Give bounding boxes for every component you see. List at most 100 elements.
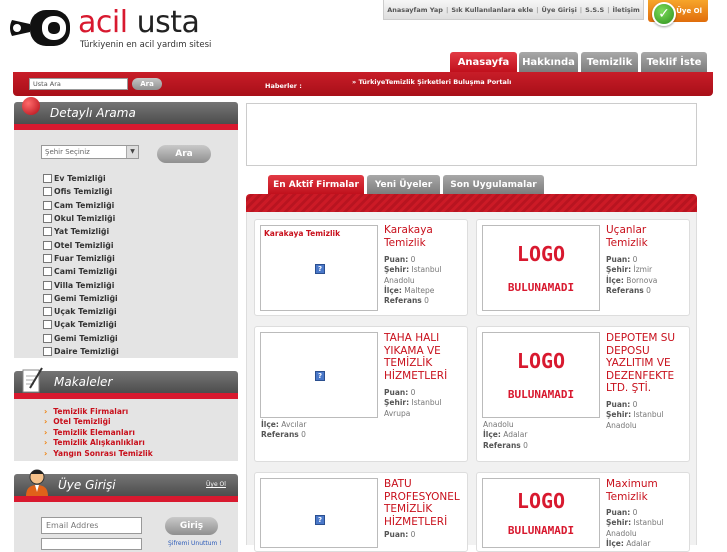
chevron-right-icon: › — [44, 406, 48, 416]
articles-header: Makaleler — [14, 371, 238, 393]
checkbox[interactable] — [43, 174, 52, 184]
city-select[interactable]: Şehir Seçiniz — [41, 145, 139, 159]
category-item: Yat Temizliği — [43, 225, 119, 238]
broken-image-icon: ? — [315, 264, 325, 274]
checkbox[interactable] — [43, 320, 52, 330]
toplink-homepage[interactable]: Anasayfam Yap — [384, 6, 446, 14]
tab-most-active-firms[interactable]: En Aktif Firmalar — [268, 175, 364, 194]
news-content-box — [246, 103, 697, 166]
category-item: Fuar Temizliği — [43, 252, 119, 265]
checkbox[interactable] — [43, 253, 52, 263]
firm-details-continued: İlçe: Avcılar Referans 0 — [261, 420, 307, 440]
firm-thumbnail[interactable]: Karakaya Temizlik ? — [260, 225, 378, 311]
checkbox[interactable] — [43, 333, 52, 343]
document-pen-icon — [22, 367, 43, 393]
forgot-password-link[interactable]: Şifremi Unuttum ! — [168, 540, 222, 547]
checkmark-icon: ✓ — [652, 2, 676, 26]
chevron-right-icon: › — [44, 427, 48, 437]
broken-image-icon: ? — [315, 515, 325, 525]
toplink-faq[interactable]: S.S.S — [582, 6, 607, 14]
firm-name-link[interactable]: Karakaya Temizlik — [384, 224, 464, 249]
category-item: Uçak Temizliği — [43, 318, 119, 331]
tire-logo-icon — [10, 10, 70, 46]
firm-details: Puan: 0 Şehir: Istanbul Anadolu İlçe: Ma… — [384, 255, 442, 306]
map-pin-icon — [22, 97, 40, 115]
detailed-search-button[interactable]: Ara — [157, 145, 211, 163]
site-logo-title[interactable]: acil usta — [78, 6, 200, 40]
checkbox[interactable] — [43, 227, 52, 237]
checkbox[interactable] — [43, 307, 52, 317]
firm-details: Puan: 0 — [384, 530, 416, 539]
thumbnail-alt-text: Karakaya Temizlik — [264, 229, 341, 238]
login-button[interactable]: Giriş — [165, 517, 218, 535]
firm-thumbnail[interactable]: ? — [260, 478, 378, 548]
category-item: Villa Temizliği — [43, 278, 119, 291]
tab-hakkinda[interactable]: Hakkında — [519, 52, 578, 72]
news-ticker-link[interactable]: » TürkiyeTemizlik Şirketleri Buluşma Por… — [352, 78, 511, 86]
toplink-login[interactable]: Üye Girişi — [539, 6, 580, 14]
chevron-down-icon[interactable]: ▼ — [126, 146, 138, 158]
article-link[interactable]: › Yangın Sonrası Temizlik — [44, 448, 153, 459]
logo-not-found-placeholder[interactable]: LOGO BULUNAMADI — [482, 478, 600, 548]
firm-thumbnail[interactable]: ? — [260, 332, 378, 418]
firm-name-link[interactable]: Uçanlar Temizlik — [606, 224, 686, 249]
checkbox[interactable] — [43, 200, 52, 210]
login-register-link[interactable]: Üye Ol — [206, 481, 226, 488]
firms-header-stripe — [246, 194, 697, 212]
news-label: Haberler : — [265, 82, 302, 90]
user-avatar-icon — [26, 469, 48, 496]
checkbox[interactable] — [43, 280, 52, 290]
firm-details: Puan: 0 Şehir: İzmir İlçe: Bornova Refer… — [606, 255, 658, 295]
toplink-favorites[interactable]: Sık Kullanılanlara ekle — [448, 6, 536, 14]
checkbox[interactable] — [43, 214, 52, 224]
search-input[interactable]: Usta Ara — [29, 78, 128, 90]
checkbox[interactable] — [43, 187, 52, 197]
firm-name-link[interactable]: TAHA HALI YIKAMA VE TEMİZLİK HİZMETLERİ — [384, 332, 464, 382]
chevron-right-icon: › — [44, 438, 48, 448]
logo-not-found-placeholder[interactable]: LOGO BULUNAMADI — [482, 332, 600, 418]
tab-temizlik[interactable]: Temizlik — [581, 52, 638, 72]
category-item: Uçak Temizliği — [43, 305, 119, 318]
firm-name-link[interactable]: BATU PROFESYONEL TEMİZLİK HİZMETLERİ — [384, 478, 466, 528]
category-list: Ev Temizliği Ofis Temizliği Cam Temizliğ… — [43, 172, 119, 358]
detailed-search-header: Detaylı Arama — [14, 102, 238, 124]
toplink-contact[interactable]: İletişim — [610, 6, 643, 14]
chevron-right-icon: › — [44, 417, 48, 427]
firm-name-link[interactable]: Maximum Temizlik — [606, 478, 686, 503]
checkbox[interactable] — [43, 293, 52, 303]
article-link[interactable]: › Temizlik Elemanları — [44, 427, 153, 438]
email-input[interactable]: Email Addres — [41, 517, 142, 534]
password-input[interactable] — [41, 538, 142, 550]
category-item: Otel Temizliği — [43, 238, 119, 251]
broken-image-icon: ? — [315, 371, 325, 381]
category-item: Gemi Temizliği — [43, 292, 119, 305]
firm-details: Puan: 0 Şehir: Istanbul Avrupa — [384, 388, 442, 418]
category-item: Ofis Temizliği — [43, 185, 119, 198]
firm-name-link[interactable]: DEPOTEM SU DEPOSU YAZLITIM VE DEZENFEKTE… — [606, 332, 690, 395]
category-item: Okul Temizliği — [43, 212, 119, 225]
tab-anasayfa[interactable]: Anasayfa — [450, 52, 517, 72]
article-link[interactable]: › Temizlik Firmaları — [44, 406, 153, 417]
checkbox[interactable] — [43, 267, 52, 277]
tab-teklif-iste[interactable]: Teklif İste — [641, 52, 707, 72]
site-tagline: Türkiyenin en acil yardım sitesi — [80, 40, 212, 50]
tab-new-members[interactable]: Yeni Üyeler — [367, 175, 440, 194]
article-list: › Temizlik Firmaları › Otel Temizliği › Tem… — [44, 406, 153, 459]
firm-details: Puan: 0 Şehir: Istanbul Anadolu — [606, 400, 664, 430]
category-item: Ev Temizliği — [43, 172, 119, 185]
category-item: Daire Temizliği — [43, 345, 119, 358]
chevron-right-icon: › — [44, 448, 48, 458]
logo-not-found-placeholder[interactable]: LOGO BULUNAMADI — [482, 225, 600, 311]
article-link[interactable]: › Temizlik Alışkanlıkları — [44, 438, 153, 449]
top-links-bar: Anasayfam Yap | Sık Kullanılanlara ekle | … — [383, 0, 644, 20]
category-item: Cam Temizliği — [43, 199, 119, 212]
category-item: Gemi Temizliği — [43, 332, 119, 345]
article-link[interactable]: › Otel Temizliği — [44, 417, 153, 428]
tab-recent-applications[interactable]: Son Uygulamalar — [443, 175, 544, 194]
category-item: Cami Temizliği — [43, 265, 119, 278]
checkbox[interactable] — [43, 347, 52, 356]
firm-details-continued: Anadolu İlçe: Adalar Referans 0 — [483, 420, 528, 450]
search-button[interactable]: Ara — [132, 78, 162, 90]
checkbox[interactable] — [43, 240, 52, 250]
firm-details: Puan: 0 Şehir: Istanbul Anadolu İlçe: Ad… — [606, 508, 664, 548]
